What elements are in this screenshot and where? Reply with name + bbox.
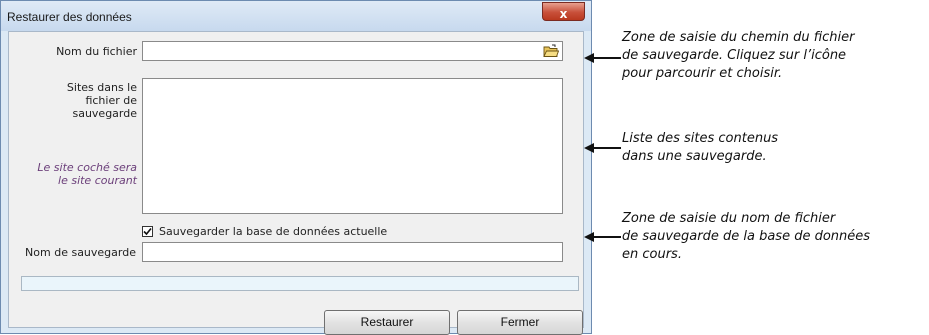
close-button[interactable]: Fermer [457,310,583,335]
annotation-line: dans une sauvegarde. [622,149,767,164]
filename-input[interactable] [142,41,563,61]
restore-button[interactable]: Restaurer [324,310,450,335]
title-bar[interactable]: Restaurer des données x [1,1,591,31]
annotation-line: de sauvegarde de la base de données [622,229,871,244]
arrow-icon [584,53,621,63]
backup-name-label: Nom de sauvegarde [25,246,136,259]
sites-hint-line: Le site coché sera [37,161,137,174]
annotation-line: de sauvegarde. Cliquez sur l’icône [622,48,847,63]
annotation-filename: Zone de saisie du chemin du fichier de s… [622,29,855,83]
close-window-button[interactable]: x [542,2,585,21]
sites-hint-line: le site courant [58,174,137,187]
annotation-line: en cours. [622,247,682,262]
sites-label: Sites dans le fichier de sauvegarde [9,81,137,120]
folder-open-icon[interactable] [543,44,559,58]
backup-checkbox-label[interactable]: Sauvegarder la base de données actuelle [159,225,387,238]
backup-name-input[interactable] [142,242,563,262]
annotation-line: pour parcourir et choisir. [622,66,783,81]
dialog-title: Restaurer des données [7,10,132,24]
annotation-line: Zone de saisie du nom de fichier [622,211,836,226]
backup-checkbox[interactable] [142,226,153,237]
close-icon: x [559,7,568,21]
sites-hint: Le site coché sera le site courant [9,161,137,187]
annotation-line: Zone de saisie du chemin du fichier [622,30,855,45]
annotation-sites: Liste des sites contenus dans une sauveg… [622,130,778,166]
annotation-line: Liste des sites contenus [622,131,779,146]
restore-dialog: Restaurer des données x Nom du fichier S… [0,0,592,335]
checkmark-icon [143,227,152,236]
sites-label-line: sauvegarde [72,107,137,120]
annotation-backup-name: Zone de saisie du nom de fichier de sauv… [622,210,870,264]
filename-label: Nom du fichier [56,45,137,58]
sites-label-line: fichier de [85,94,137,107]
sites-label-line: Sites dans le [66,81,137,94]
arrow-icon [584,232,621,242]
sites-list[interactable] [142,78,563,214]
arrow-icon [584,143,621,153]
progress-bar [21,276,579,291]
dialog-client-area: Nom du fichier Sites dans le fichier de … [8,31,584,335]
